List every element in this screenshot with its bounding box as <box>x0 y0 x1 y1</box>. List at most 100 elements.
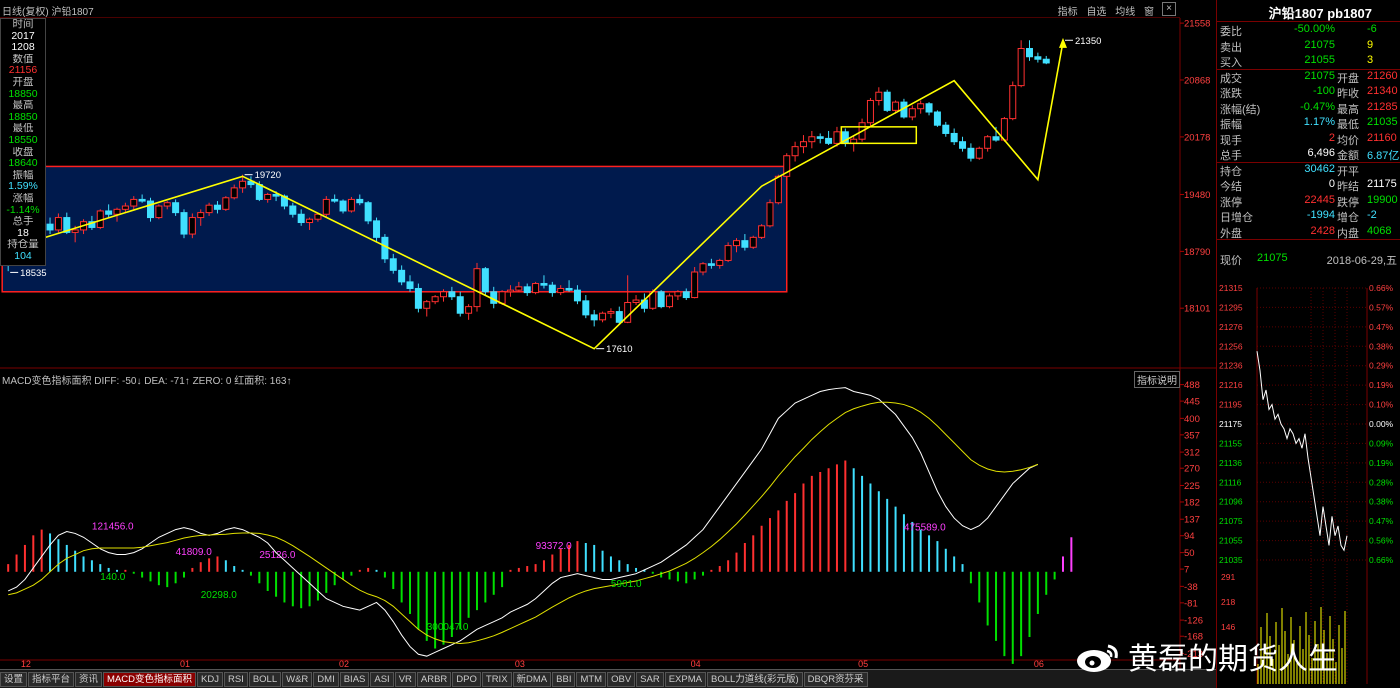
info-row: 18640 <box>8 158 38 170</box>
quote-value-2: 9 <box>1367 38 1374 51</box>
indicator-tab[interactable]: EXPMA <box>664 672 706 687</box>
indicator-tab[interactable]: OBV <box>607 672 636 687</box>
mini-left-tick: 21116 <box>1219 477 1242 487</box>
candle <box>599 312 607 321</box>
candle <box>674 291 682 297</box>
macd-area-label: 5901.0 <box>611 579 642 590</box>
quote-value-2: -6 <box>1367 23 1377 35</box>
info-row: 18 <box>17 227 29 239</box>
candle <box>381 236 389 260</box>
candle <box>908 108 916 118</box>
mini-right-tick: 0.47% <box>1369 516 1394 526</box>
current-price-row: 现价 21075 2018-06-29,五 <box>1217 252 1400 267</box>
candle <box>866 99 874 124</box>
quote-label: 振幅 <box>1220 119 1242 131</box>
macd-area-label: 25126.0 <box>259 550 296 561</box>
mini-right-tick: 0.47% <box>1369 322 1394 332</box>
candle <box>724 245 732 261</box>
quote-value: 22445 <box>1304 193 1335 206</box>
consolidation-box <box>1 165 788 293</box>
quote-value: -1994 <box>1306 209 1335 221</box>
indicator-tab[interactable]: VR <box>394 672 416 687</box>
indicator-tab[interactable]: DBQR资芬采 <box>803 672 868 687</box>
indicator-tab[interactable]: DMI <box>313 672 339 687</box>
mini-right-tick: 0.57% <box>1369 302 1394 312</box>
macd-area-label: 93372.0 <box>536 541 573 552</box>
info-row: 数值 <box>12 53 34 65</box>
indicator-tab[interactable]: 资讯 <box>75 672 103 687</box>
candle <box>883 91 891 111</box>
quote-row: 委比 -50.00% -6 <box>1217 23 1400 38</box>
info-row: 总手 <box>12 216 34 228</box>
indicator-tab[interactable]: KDJ <box>197 672 223 687</box>
candle <box>766 202 774 227</box>
indicator-tab[interactable]: 设置 <box>0 672 28 687</box>
mini-left-tick: 21096 <box>1219 497 1243 507</box>
candle <box>1034 56 1042 60</box>
indicator-tab[interactable]: ASI <box>370 672 394 687</box>
indicator-tab[interactable]: BOLL <box>248 672 282 687</box>
macd-tick-label: 94 <box>1184 531 1195 542</box>
candle <box>113 208 121 215</box>
candle <box>297 213 305 224</box>
indicator-tab[interactable]: MACD变色指标面积 <box>103 672 197 687</box>
info-row: 18850 <box>8 88 38 100</box>
candle <box>46 223 54 231</box>
candle <box>523 286 531 294</box>
candle <box>942 124 950 134</box>
macd-tick-label: 270 <box>1184 464 1200 475</box>
mini-left-tick: 21075 <box>1219 516 1243 526</box>
window-title: 日线(复权) 沪铅1807 <box>2 7 94 18</box>
price-annotation: 17610 <box>606 344 632 355</box>
quote-row: 涨幅(结) -0.47% 最高 21285 <box>1217 101 1400 116</box>
indicator-tab[interactable]: TRIX <box>481 672 512 687</box>
indicator-tab[interactable]: 指标平台 <box>28 672 75 687</box>
indicator-tab[interactable]: ARBR <box>416 672 452 687</box>
indicator-tab[interactable]: DPO <box>452 672 481 687</box>
mini-left-tick: 21276 <box>1219 322 1243 332</box>
candle <box>657 291 665 308</box>
indicator-tab[interactable]: MTM <box>576 672 607 687</box>
quote-value-2: 21035 <box>1367 116 1398 128</box>
indicator-tab[interactable]: W&R <box>282 672 313 687</box>
quote-value-2: 21160 <box>1367 131 1397 144</box>
quote-label-2: 开平 <box>1337 165 1359 178</box>
candle <box>389 258 397 271</box>
price-tick-label: 20178 <box>1184 132 1210 143</box>
macd-tick-label: 137 <box>1184 515 1200 526</box>
chart-canvas: 21558 20868 20178 19480 18790 18101 19720 18535… <box>0 18 1216 669</box>
quote-value-2: 21340 <box>1367 85 1398 97</box>
indicator-tab[interactable]: RSI <box>223 672 248 687</box>
indicator-tab-bar: 设置 指标平台 资讯 MACD变色指标面积 KDJ RSI BOLL W&R DMI BIAS AS… <box>0 669 1216 688</box>
indicator-tab[interactable]: BBI <box>552 672 576 687</box>
indicator-tab[interactable]: BIAS <box>339 672 370 687</box>
ma-tool-button[interactable]: 均线 <box>1115 7 1135 18</box>
candle <box>615 311 623 323</box>
candle <box>105 210 113 215</box>
indicator-tab[interactable]: BOLL力道线(彩元版) <box>706 672 803 687</box>
indicator-tab[interactable]: SAR <box>636 672 664 687</box>
chart-title-bar: 日线(复权) 沪铅1807 指标 自选 均线 窗 × <box>0 0 1180 18</box>
weibo-logo-icon <box>1077 644 1118 672</box>
indicator-tab[interactable]: 新DMA <box>512 672 552 687</box>
candle <box>1042 58 1050 64</box>
candle <box>255 184 263 200</box>
candle <box>699 263 707 273</box>
window-tool-button[interactable]: 窗 <box>1144 7 1154 18</box>
quote-value: -0.47% <box>1300 100 1335 113</box>
candle <box>825 137 833 144</box>
candle <box>322 198 330 215</box>
mini-left-tick: 21295 <box>1219 302 1243 312</box>
macd-header: MACD变色指标面积 DIFF: -50↓ DEA: -71↑ ZERO: 0 … <box>2 376 292 387</box>
indicator-tool-button[interactable]: 指标 <box>1058 7 1078 18</box>
quote-label: 涨跌 <box>1220 88 1242 100</box>
candle <box>791 146 799 157</box>
watchlist-tool-button[interactable]: 自选 <box>1086 7 1106 18</box>
candle <box>138 198 146 202</box>
mini-left-tick: 21315 <box>1219 283 1243 293</box>
mini-vol-tick: 146 <box>1221 622 1235 632</box>
price-annotation: 19720 <box>255 170 281 181</box>
close-icon[interactable]: × <box>1162 2 1176 16</box>
info-row: 振幅 <box>12 169 34 181</box>
indicator-help-button[interactable]: 指标说明 <box>1134 371 1180 388</box>
